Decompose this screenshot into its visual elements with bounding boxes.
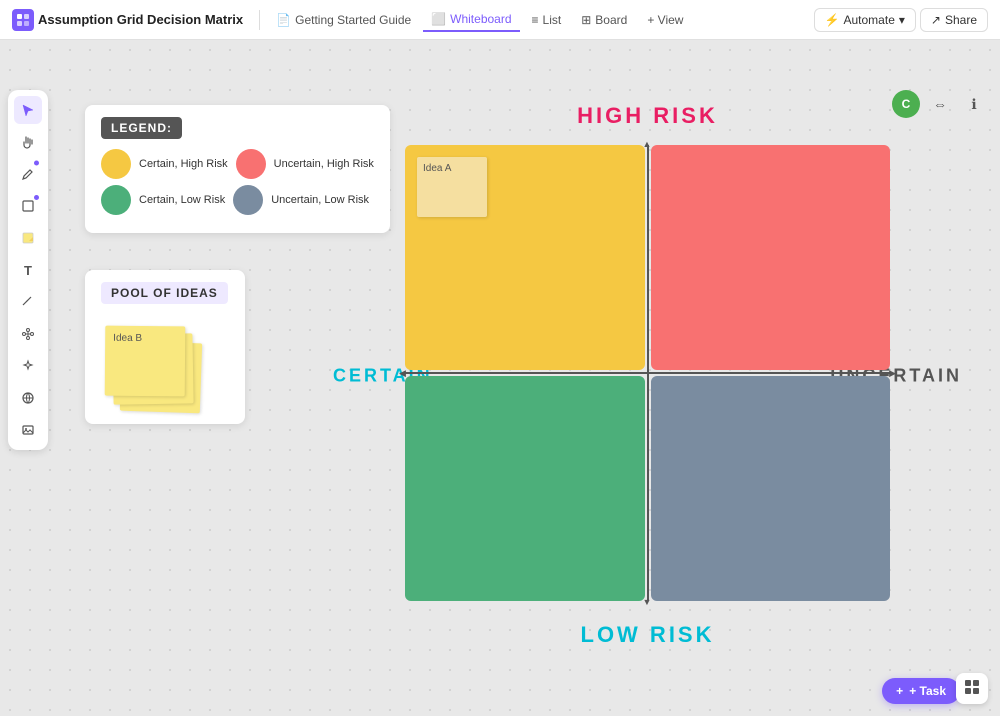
- tool-dot: [34, 161, 39, 166]
- cell-certain-low[interactable]: [405, 376, 645, 601]
- tab-getting-started[interactable]: 📄 Getting Started Guide: [268, 9, 419, 31]
- matrix-grid: ◀ ▶ ▲ ▼ Idea A: [405, 145, 890, 601]
- shape-tool[interactable]: [14, 192, 42, 220]
- sticky-tool[interactable]: [14, 224, 42, 252]
- chevron-down-icon: ▾: [899, 13, 905, 27]
- board-icon: ⊞: [581, 13, 591, 27]
- task-button[interactable]: + + Task: [882, 678, 960, 704]
- legend-title: LEGEND:: [101, 117, 182, 139]
- tab-list[interactable]: ≡ List: [524, 9, 570, 31]
- tab-view[interactable]: + View: [639, 9, 691, 31]
- image-tool[interactable]: [14, 416, 42, 444]
- canvas[interactable]: C ⇔ ℹ: [0, 40, 1000, 716]
- hand-tool[interactable]: [14, 128, 42, 156]
- arrow-right: ▶: [889, 368, 896, 379]
- legend-color-uncertain-low: [233, 185, 263, 215]
- magic-tool[interactable]: [14, 352, 42, 380]
- divider: [259, 10, 260, 30]
- legend-color-certain-low: [101, 185, 131, 215]
- legend-label-certain-low: Certain, Low Risk: [139, 193, 225, 207]
- automate-button[interactable]: ⚡ Automate ▾: [814, 8, 916, 32]
- left-toolbar: T: [8, 90, 48, 450]
- tab-whiteboard[interactable]: ⬜ Whiteboard: [423, 8, 519, 32]
- cell-uncertain-high[interactable]: [651, 145, 891, 370]
- app-icon: [12, 9, 34, 31]
- low-risk-label: LOW RISK: [581, 622, 715, 648]
- whiteboard-content: LEGEND: Certain, High Risk Uncertain, Hi…: [55, 95, 970, 676]
- idea-a-sticky[interactable]: Idea A: [417, 157, 487, 217]
- cell-uncertain-low[interactable]: [651, 376, 891, 601]
- connect-tool[interactable]: [14, 320, 42, 348]
- tab-board[interactable]: ⊞ Board: [573, 9, 635, 31]
- arrow-down: ▼: [643, 597, 652, 607]
- automate-icon: ⚡: [825, 13, 840, 27]
- pen-tool[interactable]: [14, 160, 42, 188]
- grid-view-button[interactable]: [956, 673, 988, 704]
- legend-label-certain-high: Certain, High Risk: [139, 157, 228, 171]
- share-icon: ↗: [931, 13, 941, 27]
- topbar: Assumption Grid Decision Matrix 📄 Gettin…: [0, 0, 1000, 40]
- arrow-up: ▲: [643, 139, 652, 149]
- decision-matrix: HIGH RISK LOW RISK CERTAIN UNCERTAIN ◀ ▶…: [325, 95, 970, 656]
- pool-of-ideas: POOL OF IDEAS Idea D Idea C Idea B: [85, 270, 245, 424]
- legend-color-uncertain-high: [236, 149, 266, 179]
- high-risk-label: HIGH RISK: [577, 103, 718, 129]
- grid-icon: [964, 679, 980, 695]
- shape-dot: [34, 195, 39, 200]
- globe-tool[interactable]: [14, 384, 42, 412]
- sticky-idea-b[interactable]: Idea B: [105, 326, 186, 397]
- cell-certain-high[interactable]: Idea A: [405, 145, 645, 370]
- sticky-stack: Idea D Idea C Idea B: [101, 322, 191, 412]
- v-axis-line: ▲ ▼: [647, 145, 649, 601]
- ruler-tool[interactable]: [14, 288, 42, 316]
- cursor-tool[interactable]: [14, 96, 42, 124]
- pool-title: POOL OF IDEAS: [101, 282, 228, 304]
- doc-icon: 📄: [276, 13, 291, 27]
- legend-color-certain-high: [101, 149, 131, 179]
- whiteboard-icon: ⬜: [431, 12, 446, 26]
- plus-icon: +: [896, 684, 903, 698]
- share-button[interactable]: ↗ Share: [920, 8, 988, 32]
- arrow-left: ◀: [399, 368, 406, 379]
- text-tool[interactable]: T: [14, 256, 42, 284]
- page-title: Assumption Grid Decision Matrix: [38, 12, 243, 27]
- list-icon: ≡: [532, 13, 539, 27]
